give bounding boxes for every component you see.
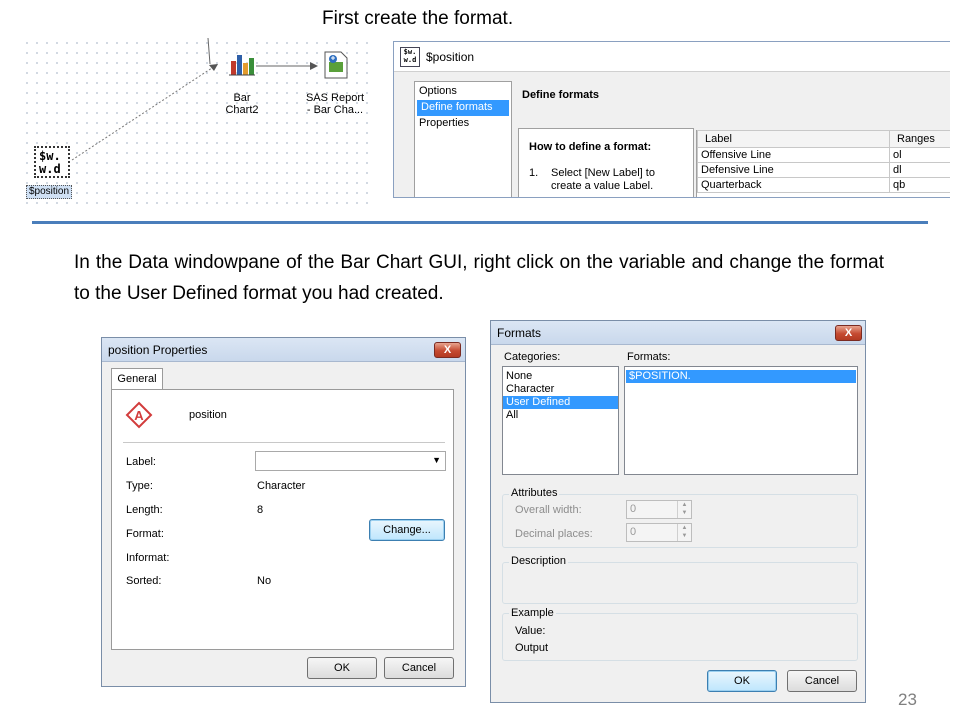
table-row[interactable]: Quarterback qb — [697, 177, 950, 193]
field-sorted-value: No — [257, 575, 272, 587]
define-formats-titlebar: $w. w.d $position — [394, 42, 950, 72]
nav-item-properties[interactable]: Properties — [415, 116, 511, 132]
label-combobox[interactable]: ▼ — [255, 451, 446, 471]
caption-change-format: In the Data windowpane of the Bar Chart … — [74, 252, 884, 304]
sas-report-node-label: SAS Report - Bar Cha... — [305, 92, 365, 116]
grid-header-label[interactable]: Label — [697, 130, 890, 148]
categories-listbox[interactable]: None Character User Defined All — [502, 366, 619, 475]
properties-cancel-button[interactable]: Cancel — [384, 657, 454, 679]
flow-link-format-to-bar — [71, 63, 219, 161]
grid-header-ranges[interactable]: Ranges — [889, 130, 950, 148]
example-value-label: Value: — [515, 625, 546, 637]
howto-panel: How to define a format: 1. Select [New L… — [518, 128, 694, 197]
formats-listbox[interactable]: $POSITION. — [624, 366, 858, 475]
howto-title: How to define a format: — [529, 141, 652, 153]
section-divider — [32, 221, 928, 224]
description-title: Description — [509, 555, 569, 567]
example-group — [502, 613, 858, 661]
format-position[interactable]: $POSITION. — [626, 370, 856, 383]
close-icon[interactable]: X — [835, 325, 862, 341]
example-title: Example — [509, 607, 556, 619]
field-label-label: Label: — [126, 456, 156, 468]
change-format-button[interactable]: Change... — [369, 519, 445, 541]
grid-cell-label[interactable]: Defensive Line — [697, 162, 890, 178]
properties-ok-button[interactable]: OK — [307, 657, 377, 679]
define-formats-heading: Define formats — [522, 89, 600, 101]
decimal-places-spinner[interactable]: 0 ▲ ▼ — [626, 523, 692, 542]
format-nav-list: Options Define formats Properties — [414, 81, 512, 197]
field-format-label: Format: — [126, 528, 164, 540]
spinner-arrows-icon[interactable]: ▲ ▼ — [677, 524, 691, 541]
overall-width-spinner[interactable]: 0 ▲ ▼ — [626, 500, 692, 519]
flow-link-top — [207, 38, 211, 65]
grid-cell-range[interactable]: ol — [889, 147, 950, 163]
overall-width-value: 0 — [630, 503, 637, 515]
grid-cell-label[interactable]: Quarterback — [697, 177, 890, 193]
howto-step-number: 1. — [529, 167, 539, 179]
sas-report-node-icon[interactable] — [322, 50, 350, 80]
field-informat-label: Informat: — [126, 552, 170, 564]
field-length-value: 8 — [257, 504, 264, 516]
formats-title: Formats — [497, 325, 542, 340]
table-row[interactable]: Offensive Line ol — [697, 147, 950, 163]
decimal-places-value: 0 — [630, 526, 637, 538]
arrow-head-icon — [209, 64, 218, 71]
nav-item-options[interactable]: Options — [415, 84, 511, 100]
category-all[interactable]: All — [503, 409, 618, 422]
bar-chart-node-icon[interactable] — [229, 51, 255, 77]
svg-text:A: A — [134, 408, 144, 423]
spinner-arrows-icon[interactable]: ▲ ▼ — [677, 501, 691, 518]
grid-cell-range[interactable]: qb — [889, 177, 950, 193]
field-type-value: Character — [257, 480, 306, 492]
format-node-label: $position — [26, 185, 73, 199]
process-flow-canvas: Bar Chart2 SAS Report - Bar Cha... $w. w… — [22, 38, 370, 204]
example-output-label: Output — [515, 642, 549, 654]
nav-item-define-formats[interactable]: Define formats — [417, 100, 509, 116]
chevron-down-icon[interactable]: ▼ — [432, 455, 441, 465]
categories-label: Categories: — [504, 351, 561, 363]
formats-label: Formats: — [627, 351, 671, 363]
field-length-label: Length: — [126, 504, 163, 516]
formats-cancel-button[interactable]: Cancel — [787, 670, 857, 692]
define-formats-window: $w. w.d $position Options Define formats… — [393, 41, 950, 198]
table-row[interactable]: Defensive Line dl — [697, 162, 950, 178]
howto-step-text: Select [New Label] to create a value Lab… — [551, 167, 655, 192]
category-none[interactable]: None — [503, 370, 618, 383]
formats-ok-button[interactable]: OK — [707, 670, 777, 692]
variable-name: position — [189, 409, 227, 421]
overall-width-label: Overall width: — [515, 504, 582, 516]
attributes-title: Attributes — [509, 487, 560, 499]
properties-separator — [123, 442, 445, 443]
field-type-label: Type: — [126, 480, 153, 492]
tab-general[interactable]: General — [111, 368, 163, 390]
decimal-places-label: Decimal places: — [515, 528, 593, 540]
format-node-icon[interactable]: $w. w.d — [34, 146, 70, 178]
description-group — [502, 562, 858, 604]
flow-connectors — [71, 38, 318, 161]
label-ranges-grid: Label Ranges Offensive Line ol Defensive… — [696, 130, 950, 197]
properties-titlebar: position Properties — [102, 338, 465, 362]
define-formats-title: $position — [426, 49, 475, 64]
page-number: 23 — [898, 690, 917, 709]
grid-cell-range[interactable]: dl — [889, 162, 950, 178]
character-variable-icon: A — [124, 401, 154, 429]
formats-titlebar: Formats — [491, 321, 865, 345]
format-icon: $w. w.d — [400, 46, 420, 67]
field-sorted-label: Sorted: — [126, 575, 162, 587]
grid-cell-label[interactable]: Offensive Line — [697, 147, 890, 163]
bar-chart-node-label: Bar Chart2 — [225, 92, 259, 116]
caption-create-format: First create the format. — [322, 8, 514, 29]
close-icon[interactable]: X — [434, 342, 461, 358]
properties-title: position Properties — [108, 342, 208, 357]
arrow-head-icon — [310, 62, 318, 70]
category-user-defined[interactable]: User Defined — [503, 396, 618, 409]
category-character[interactable]: Character — [503, 383, 618, 396]
